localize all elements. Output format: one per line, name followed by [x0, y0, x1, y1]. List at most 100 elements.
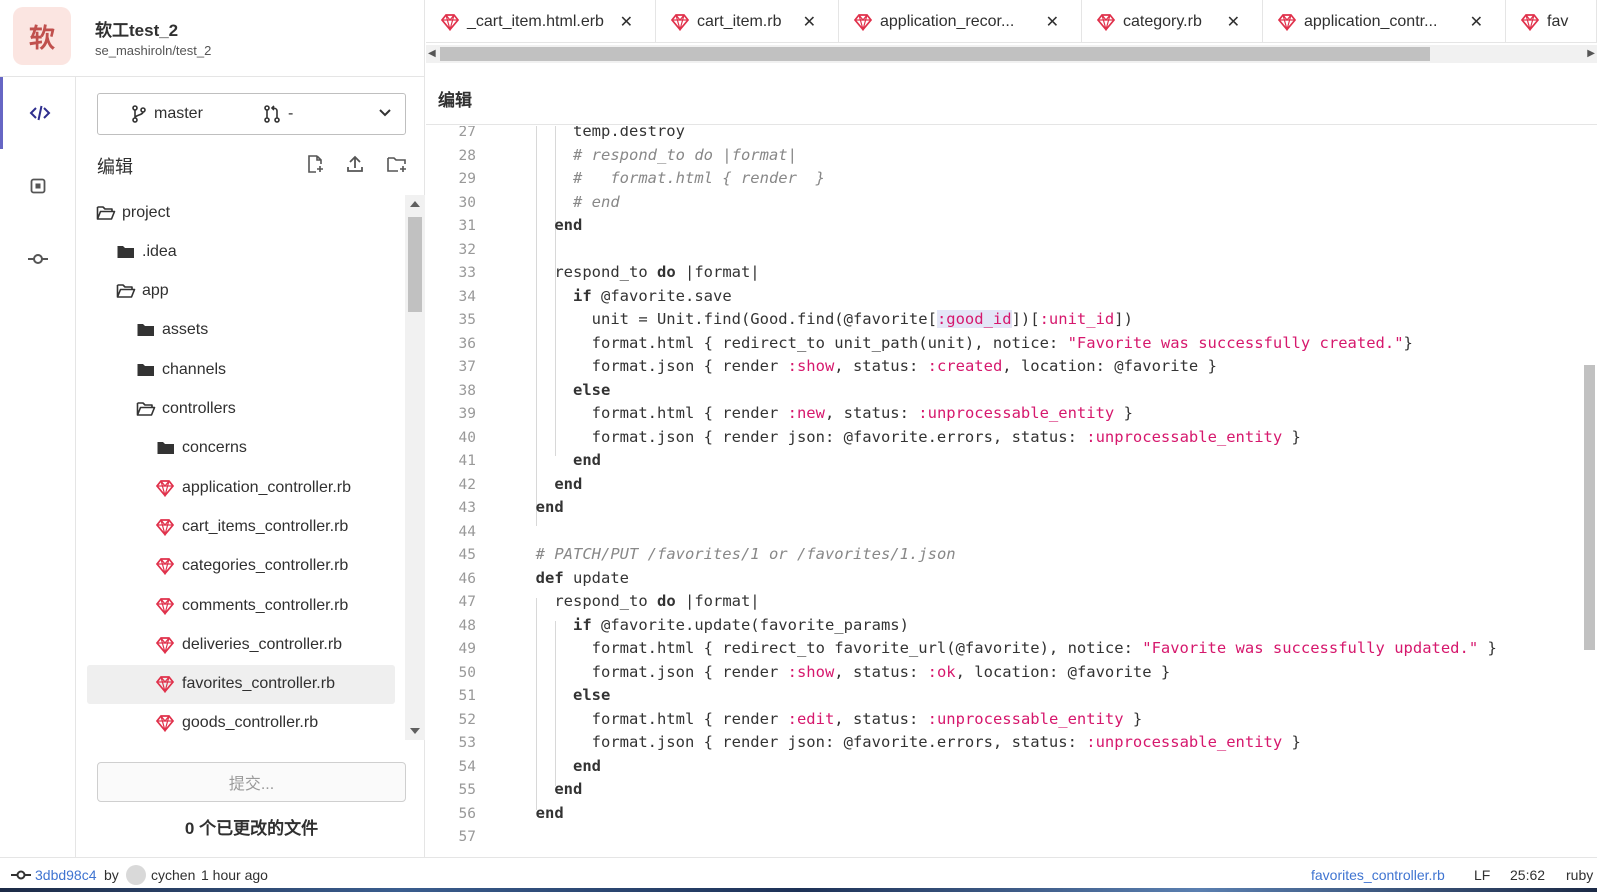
file-tab[interactable]: application_contr... ✕	[1263, 0, 1506, 42]
line-number: 28	[458, 147, 476, 164]
tree-file-item[interactable]: favorites_controller.rb	[87, 664, 395, 704]
changed-files-count: 0 个已更改的文件	[184, 819, 319, 838]
commit-button[interactable]: 提交...	[97, 762, 406, 802]
ruby-file-icon	[156, 519, 174, 536]
tree-folder-item[interactable]: assets	[87, 311, 395, 350]
file-review-icon	[30, 178, 46, 194]
file-tree-scroll-thumb[interactable]	[408, 217, 422, 312]
tree-item-icon	[116, 244, 142, 260]
commit-mode-button[interactable]	[0, 223, 76, 295]
scroll-up-arrow-icon[interactable]	[410, 200, 420, 207]
tree-folder-item[interactable]: app	[87, 272, 395, 311]
tree-folder-item[interactable]: project	[87, 193, 395, 232]
close-icon[interactable]: ✕	[803, 12, 816, 32]
upload-icon[interactable]	[345, 154, 365, 174]
tree-item-label: .idea	[142, 242, 177, 260]
tree-item-icon	[156, 597, 182, 615]
editor-mode-tab[interactable]: 编辑	[438, 86, 472, 111]
tree-item-label: controllers	[162, 400, 236, 417]
commit-hash-link[interactable]: 3dbd98c4	[35, 867, 97, 883]
tree-item-icon	[156, 557, 182, 576]
line-number: 39	[458, 406, 476, 422]
scroll-left-arrow-icon[interactable]: ◀	[428, 48, 436, 59]
line-number: 48	[458, 617, 476, 634]
tabs-scroll-thumb[interactable]	[440, 47, 1430, 61]
code-text: temp.destroy	[517, 126, 685, 140]
code-line: 41 end	[426, 449, 1576, 473]
code-text: # respond_to do |format|	[573, 145, 797, 164]
editor-mode-bar: 编辑	[426, 72, 1597, 125]
file-tab[interactable]: category.rb ✕	[1082, 0, 1263, 42]
scroll-right-arrow-icon[interactable]: ▶	[1587, 48, 1595, 59]
tree-file-item[interactable]: application_controller.rb	[87, 468, 395, 507]
ruby-file-icon	[671, 13, 689, 31]
tab-label: application_contr...	[1304, 12, 1438, 30]
code-text: end	[573, 451, 601, 469]
project-name[interactable]: 软工test_2	[95, 16, 178, 41]
branch-selector[interactable]: master -	[97, 93, 406, 135]
code-line: 40 format.json { render json: @favorite.…	[426, 426, 1576, 450]
tree-item-label: app	[142, 282, 169, 300]
chevron-down-icon	[379, 109, 391, 117]
tree-file-item[interactable]: goods_controller.rb	[87, 704, 395, 738]
code-line: 39 format.html { render :new, status: :u…	[426, 402, 1576, 426]
code-line: 45 # PATCH/PUT /favorites/1 or /favorite…	[426, 543, 1576, 567]
line-number: 52	[458, 711, 476, 728]
tree-item-icon	[156, 675, 182, 694]
line-number: 57	[458, 829, 476, 845]
cursor-position: 25:62	[1510, 867, 1546, 883]
code-text: unit = Unit.find(Good.find(@favorite[:go…	[517, 310, 1133, 328]
code-line: 54 end	[426, 755, 1576, 779]
line-number: 33	[458, 265, 476, 281]
tab-file-icon	[1278, 13, 1296, 31]
code-icon	[29, 105, 50, 121]
code-text: def update	[535, 568, 629, 587]
code-text: format.json { render json: @favorite.err…	[517, 427, 1301, 446]
folder-icon	[137, 363, 154, 376]
new-folder-icon[interactable]	[386, 154, 408, 174]
line-number: 32	[458, 241, 476, 258]
file-tab[interactable]: application_recor... ✕	[839, 0, 1082, 42]
code-text: if @favorite.save	[573, 286, 732, 305]
tree-item-label: categories_controller.rb	[182, 557, 349, 575]
tree-folder-item[interactable]: .idea	[87, 232, 395, 271]
scroll-down-arrow-icon[interactable]	[410, 728, 420, 735]
code-editor[interactable]: 27 temp.destroy 28 # respond_to do |forma…	[426, 126, 1586, 857]
tree-folder-item[interactable]: concerns	[87, 429, 395, 468]
tab-file-icon	[1097, 13, 1115, 31]
project-avatar[interactable]: 软	[13, 7, 71, 65]
file-tree-scrollbar[interactable]	[405, 195, 425, 740]
close-icon[interactable]: ✕	[1046, 12, 1059, 32]
tree-folder-item[interactable]: controllers	[87, 390, 395, 429]
file-tab[interactable]: fav	[1506, 0, 1597, 42]
tree-folder-item[interactable]: channels	[87, 350, 395, 389]
current-file-link[interactable]: favorites_controller.rb	[1311, 867, 1445, 883]
file-tab[interactable]: _cart_item.html.erb ✕	[426, 0, 656, 42]
ruby-file-icon	[1097, 13, 1115, 31]
new-file-icon[interactable]	[305, 154, 325, 174]
code-text: format.json { render json: @favorite.err…	[517, 733, 1301, 751]
tree-item-label: cart_items_controller.rb	[182, 517, 349, 535]
folder-open-icon	[116, 284, 136, 298]
tree-item-label: deliveries_controller.rb	[182, 635, 343, 653]
code-text: end	[535, 803, 564, 822]
file-tab[interactable]: cart_item.rb ✕	[656, 0, 839, 42]
edit-mode-button[interactable]	[0, 77, 76, 149]
tree-file-item[interactable]: categories_controller.rb	[87, 547, 395, 586]
close-icon[interactable]: ✕	[1227, 12, 1240, 32]
tree-file-item[interactable]: cart_items_controller.rb	[87, 507, 395, 546]
code-line: 33 respond_to do |format|	[426, 261, 1576, 285]
tree-file-item[interactable]: deliveries_controller.rb	[87, 625, 395, 664]
code-line: 51 else	[426, 684, 1576, 708]
branch-icon	[132, 105, 146, 123]
code-line: 28 # respond_to do |format|	[426, 144, 1576, 168]
folder-open-icon	[96, 205, 116, 220]
code-line: 49 format.html { redirect_to favorite_ur…	[426, 637, 1576, 661]
close-icon[interactable]: ✕	[620, 12, 633, 32]
review-mode-button[interactable]	[0, 150, 76, 222]
tabs-scrollbar[interactable]: ◀ ▶	[426, 45, 1597, 63]
tree-file-item[interactable]: comments_controller.rb	[87, 586, 395, 625]
editor-scrollbar[interactable]	[1582, 126, 1597, 857]
close-icon[interactable]: ✕	[1470, 12, 1483, 32]
code-text: format.html { redirect_to unit_path(unit…	[517, 333, 1413, 352]
